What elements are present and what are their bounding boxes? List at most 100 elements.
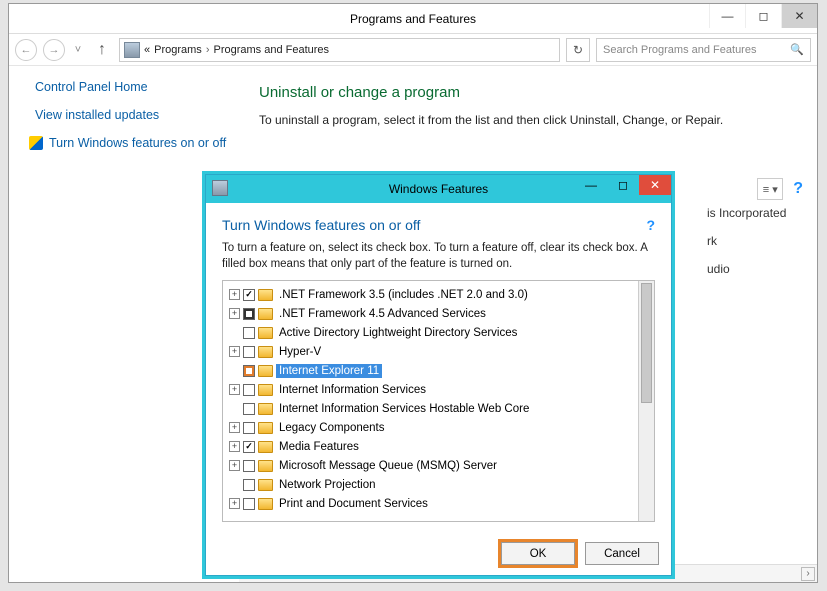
feature-label: Legacy Components [276,421,387,435]
view-options-button[interactable]: ≡ ▾ [757,178,783,200]
feature-label: Media Features [276,440,362,454]
feature-label: .NET Framework 4.5 Advanced Services [276,307,489,321]
main-titlebar: Programs and Features — ◻ ✕ [9,4,817,34]
sidebar-item-view-installed-updates[interactable]: View installed updates [29,108,229,122]
feature-item[interactable]: Internet Information Services Hostable W… [225,399,636,418]
folder-icon [258,365,273,377]
ok-button[interactable]: OK [501,542,575,565]
window-title: Programs and Features [350,12,476,26]
feature-item[interactable]: + .NET Framework 3.5 (includes .NET 2.0 a… [225,285,636,304]
feature-item[interactable]: + .NET Framework 4.5 Advanced Services [225,304,636,323]
breadcrumb-chev: « [144,44,150,56]
expand-button[interactable]: + [229,422,240,433]
feature-checkbox[interactable] [243,384,255,396]
feature-label: Print and Document Services [276,497,431,511]
scrollbar-thumb[interactable] [641,283,652,403]
folder-icon [258,327,273,339]
dialog-minimize-button[interactable]: — [575,175,607,195]
sidebar-item-turn-windows-features[interactable]: Turn Windows features on or off [29,136,229,150]
feature-checkbox[interactable] [243,422,255,434]
main-toolbar: ← → ˅ ↑ « Programs › Programs and Featur… [9,34,817,66]
history-dropdown[interactable]: ˅ [71,39,85,61]
breadcrumb[interactable]: « Programs › Programs and Features [119,38,560,62]
folder-icon [258,289,273,301]
scroll-right-button[interactable]: › [801,567,815,581]
feature-item[interactable]: + Media Features [225,437,636,456]
publisher-column-fragment: is Incorporated rk udio [707,206,807,276]
minimize-button[interactable]: — [709,4,745,28]
feature-checkbox[interactable] [243,308,255,320]
breadcrumb-programs-and-features[interactable]: Programs and Features [213,44,329,56]
vertical-scrollbar[interactable] [638,281,654,521]
feature-item[interactable]: + Legacy Components [225,418,636,437]
dialog-help-icon[interactable]: ? [646,217,655,233]
shield-icon [29,136,43,150]
windows-features-dialog: Windows Features — ◻ ✕ Turn Windows feat… [205,174,672,576]
dialog-titlebar[interactable]: Windows Features — ◻ ✕ [206,175,671,203]
feature-label: Internet Information Services [276,383,429,397]
cancel-button[interactable]: Cancel [585,542,659,565]
folder-icon [258,441,273,453]
feature-checkbox[interactable] [243,460,255,472]
feature-item[interactable]: + Print and Document Services [225,494,636,513]
page-heading: Uninstall or change a program [259,84,797,101]
feature-item[interactable]: Network Projection [225,475,636,494]
dialog-heading: Turn Windows features on or off [222,217,420,233]
help-icon[interactable]: ? [793,180,803,198]
feature-label: Active Directory Lightweight Directory S… [276,326,520,340]
expand-button[interactable]: + [229,308,240,319]
forward-button[interactable]: → [43,39,65,61]
expand-button[interactable]: + [229,498,240,509]
dialog-title: Windows Features [389,182,488,196]
dialog-instruction: To turn a feature on, select its check b… [222,241,655,272]
expand-spacer [229,365,240,376]
feature-checkbox[interactable] [243,498,255,510]
folder-icon [258,479,273,491]
feature-checkbox[interactable] [243,365,255,377]
page-instruction: To uninstall a program, select it from t… [259,113,797,127]
dialog-close-button[interactable]: ✕ [639,175,671,195]
folder-icon [258,346,273,358]
feature-label: Internet Explorer 11 [276,364,382,378]
expand-button[interactable]: + [229,346,240,357]
folder-icon [258,498,273,510]
expand-button[interactable]: + [229,289,240,300]
feature-label: Microsoft Message Queue (MSMQ) Server [276,459,500,473]
sidebar-item-control-panel-home[interactable]: Control Panel Home [29,80,229,94]
breadcrumb-programs[interactable]: Programs [154,44,202,56]
sidebar-item-label: Turn Windows features on or off [49,136,226,150]
folder-icon [258,422,273,434]
search-placeholder: Search Programs and Features [603,44,756,56]
feature-label: Internet Information Services Hostable W… [276,402,532,416]
close-button[interactable]: ✕ [781,4,817,28]
features-tree-list[interactable]: + .NET Framework 3.5 (includes .NET 2.0 a… [223,281,638,521]
feature-checkbox[interactable] [243,327,255,339]
dialog-maximize-button[interactable]: ◻ [607,175,639,195]
location-icon [124,42,140,58]
search-input[interactable]: Search Programs and Features 🔍 [596,38,811,62]
back-button[interactable]: ← [15,39,37,61]
maximize-button[interactable]: ◻ [745,4,781,28]
feature-item[interactable]: Internet Explorer 11 [225,361,636,380]
sidebar-item-label: Control Panel Home [35,80,148,94]
feature-label: .NET Framework 3.5 (includes .NET 2.0 an… [276,288,531,302]
sidebar-item-label: View installed updates [35,108,159,122]
feature-item[interactable]: Active Directory Lightweight Directory S… [225,323,636,342]
expand-button[interactable]: + [229,460,240,471]
feature-checkbox[interactable] [243,441,255,453]
expand-spacer [229,403,240,414]
feature-checkbox[interactable] [243,479,255,491]
feature-label: Hyper-V [276,345,324,359]
refresh-button[interactable]: ↻ [566,38,590,62]
folder-icon [258,308,273,320]
feature-checkbox[interactable] [243,289,255,301]
feature-item[interactable]: + Microsoft Message Queue (MSMQ) Server [225,456,636,475]
feature-checkbox[interactable] [243,346,255,358]
dialog-icon [212,180,228,196]
up-button[interactable]: ↑ [91,39,113,61]
feature-checkbox[interactable] [243,403,255,415]
expand-button[interactable]: + [229,384,240,395]
feature-item[interactable]: + Hyper-V [225,342,636,361]
expand-button[interactable]: + [229,441,240,452]
feature-item[interactable]: + Internet Information Services [225,380,636,399]
